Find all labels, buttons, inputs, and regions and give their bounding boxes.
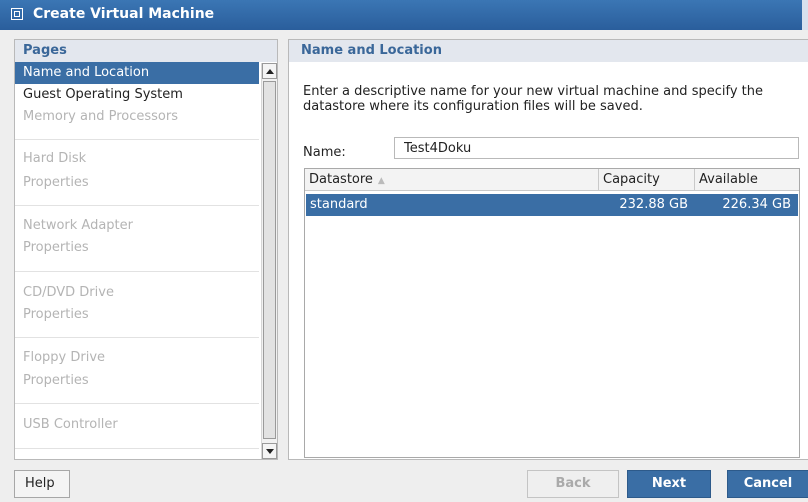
cell-available: 226.34 GB bbox=[722, 197, 791, 212]
page-item-floppy-drive-properties[interactable]: Properties bbox=[15, 370, 259, 392]
page-divider bbox=[15, 271, 259, 272]
page-item-guest-operating-system[interactable]: Guest Operating System bbox=[15, 84, 259, 106]
page-item-cd-dvd-drive-properties[interactable]: Properties bbox=[15, 304, 259, 326]
name-input[interactable] bbox=[394, 137, 799, 159]
page-divider bbox=[15, 403, 259, 404]
title-bar-edge bbox=[802, 0, 808, 30]
arrow-up-icon bbox=[266, 69, 274, 74]
page-item-floppy-drive[interactable]: Floppy Drive bbox=[15, 347, 259, 369]
scroll-down-button[interactable] bbox=[262, 443, 277, 459]
pages-list: Name and Location Guest Operating System… bbox=[15, 62, 259, 459]
cell-capacity: 232.88 GB bbox=[619, 197, 688, 212]
instructions-line-1: Enter a descriptive name for your new vi… bbox=[303, 84, 763, 99]
title-bar: Create Virtual Machine bbox=[0, 0, 808, 30]
pages-header: Pages bbox=[15, 40, 277, 62]
page-item-usb-controller[interactable]: USB Controller bbox=[15, 414, 259, 436]
datastore-table: Datastore ▲ Capacity Available standard 2… bbox=[304, 168, 800, 458]
page-item-network-adapter[interactable]: Network Adapter bbox=[15, 215, 259, 237]
table-header: Datastore ▲ Capacity Available bbox=[305, 169, 799, 191]
name-label: Name: bbox=[303, 145, 346, 160]
pages-panel: Pages Name and Location Guest Operating … bbox=[14, 39, 278, 460]
instructions-line-2: datastore where its configuration files … bbox=[303, 99, 643, 114]
next-button[interactable]: Next bbox=[627, 470, 711, 498]
scrollbar-thumb[interactable] bbox=[263, 81, 276, 439]
column-header-datastore[interactable]: Datastore ▲ bbox=[305, 169, 599, 190]
content-header: Name and Location bbox=[289, 40, 808, 62]
cancel-button[interactable]: Cancel bbox=[727, 470, 808, 498]
page-item-memory-and-processors[interactable]: Memory and Processors bbox=[15, 106, 259, 128]
column-header-available[interactable]: Available bbox=[695, 169, 799, 190]
column-label: Datastore bbox=[309, 172, 373, 187]
arrow-down-icon bbox=[266, 449, 274, 454]
page-item-hard-disk[interactable]: Hard Disk bbox=[15, 148, 259, 170]
cell-datastore: standard bbox=[310, 197, 368, 212]
help-button[interactable]: Help bbox=[14, 470, 70, 498]
sort-ascending-icon: ▲ bbox=[377, 176, 385, 186]
page-item-network-adapter-properties[interactable]: Properties bbox=[15, 237, 259, 259]
page-divider bbox=[15, 448, 259, 449]
content-panel: Name and Location Enter a descriptive na… bbox=[288, 39, 808, 460]
back-button[interactable]: Back bbox=[527, 470, 619, 498]
pages-scrollbar[interactable] bbox=[261, 63, 277, 459]
page-item-hard-disk-properties[interactable]: Properties bbox=[15, 172, 259, 194]
table-row[interactable]: standard 232.88 GB 226.34 GB bbox=[306, 194, 798, 216]
vm-window-icon bbox=[11, 8, 23, 20]
instructions-text: Enter a descriptive name for your new vi… bbox=[303, 84, 803, 114]
page-divider bbox=[15, 139, 259, 140]
scroll-up-button[interactable] bbox=[262, 63, 277, 79]
window-title: Create Virtual Machine bbox=[33, 6, 215, 22]
page-divider bbox=[15, 337, 259, 338]
page-item-cd-dvd-drive[interactable]: CD/DVD Drive bbox=[15, 282, 259, 304]
page-item-name-and-location[interactable]: Name and Location bbox=[15, 62, 259, 84]
page-divider bbox=[15, 205, 259, 206]
column-header-capacity[interactable]: Capacity bbox=[599, 169, 695, 190]
